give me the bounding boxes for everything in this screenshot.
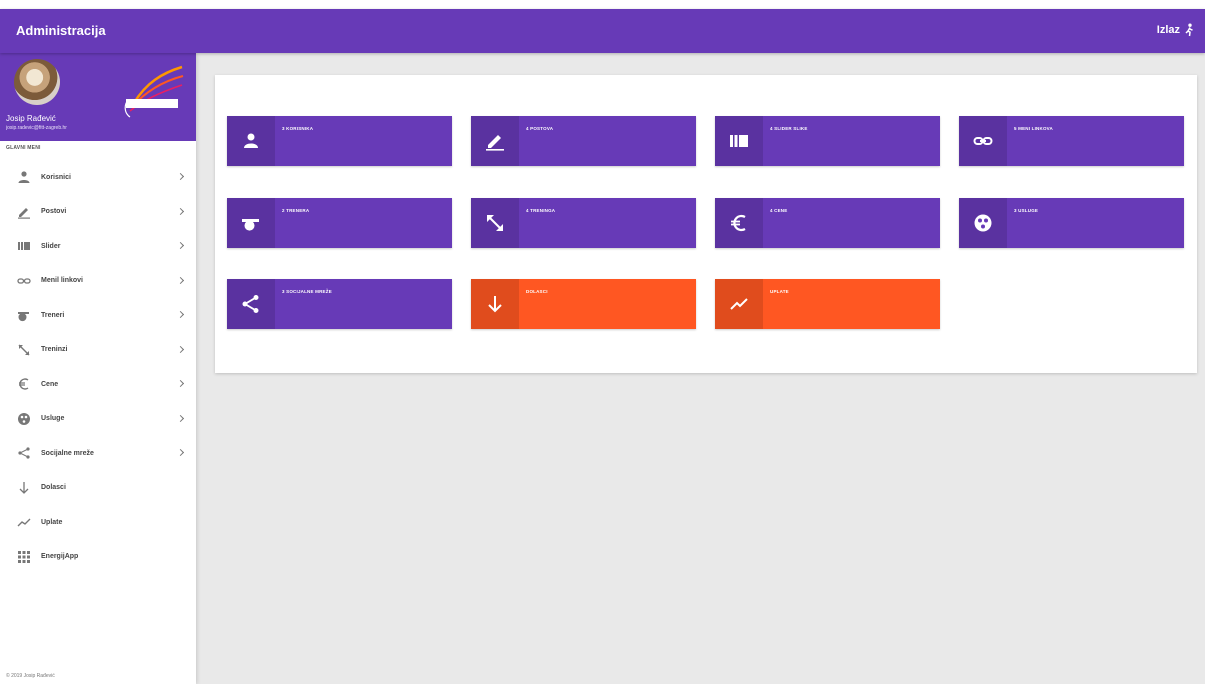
sidebar-item-treninzi[interactable]: Treninzi (0, 333, 196, 368)
pencil-icon (471, 116, 519, 166)
sidebar-item-label: Menil linkovi (41, 277, 84, 285)
chevron-left-icon (176, 172, 185, 181)
euro-icon (17, 377, 31, 391)
sidebar-item-usluge[interactable]: Usluge (0, 402, 196, 437)
tile-label: 4 CENE (770, 208, 788, 213)
tile-label: DOLASCI (526, 289, 548, 294)
whistle-icon (227, 198, 275, 248)
tile-label: 2 TRENERA (282, 208, 310, 213)
user-email: josip.radevic@fitt-zagreb.hr (6, 125, 67, 131)
tile-postovi[interactable]: 4 POSTOVA (471, 116, 696, 166)
chevron-left-icon (176, 448, 185, 457)
arrow-down-icon (17, 481, 31, 495)
sidebar-item-label: Slider (41, 242, 61, 250)
tile-label: 4 SLIDER SLIKE (770, 126, 808, 131)
chevron-left-icon (176, 207, 185, 215)
trend-icon (17, 515, 31, 529)
tile-korisnici[interactable]: 3 KORISNIKA (227, 116, 452, 166)
sidebar-item-socijalne-mreze[interactable]: Socijalne mreže (0, 436, 196, 471)
link-icon (17, 274, 31, 288)
person-icon (227, 116, 275, 166)
arrow-down-icon (471, 279, 519, 329)
tile-uplate[interactable]: UPLATE (715, 279, 940, 329)
slider-icon (715, 116, 763, 166)
slider-icon (17, 239, 31, 253)
tile-label: 4 TRENINGA (526, 208, 556, 213)
tile-label: UPLATE (770, 289, 789, 294)
sidebar-item-label: Treninzi (41, 346, 68, 354)
logout-label: Izlaz (1156, 24, 1180, 36)
app-title: Administracija (16, 23, 106, 38)
user-profile: Josip Rađević josip.radevic@fitt-zagreb.… (0, 53, 196, 141)
sidebar-item-label: Postovi (41, 208, 67, 216)
service-icon (17, 412, 31, 426)
sidebar-item-label: Cene (41, 380, 59, 388)
tile-slider[interactable]: 4 SLIDER SLIKE (715, 116, 940, 166)
pencil-icon (17, 205, 31, 219)
sidebar-item-uplate[interactable]: Uplate (0, 505, 196, 540)
sidebar-menu: Korisnici Postovi Slider Menil linkovi T… (0, 160, 196, 574)
sidebar-item-label: Korisnici (41, 173, 71, 181)
resize-icon (471, 198, 519, 248)
menu-header: GLAVNI MENI (6, 145, 41, 151)
trend-icon (715, 279, 763, 329)
chevron-left-icon (176, 310, 185, 319)
main-content: 3 KORISNIKA 4 POSTOVA 4 SLIDER SLIKE 5 M… (196, 53, 1205, 684)
whistle-icon (17, 308, 31, 322)
tile-treneri[interactable]: 2 TRENERA (227, 198, 452, 248)
chevron-left-icon (176, 379, 185, 388)
chevron-left-icon (176, 414, 185, 422)
tile-label: 3 USLUGE (1014, 208, 1039, 213)
sidebar-item-energijapp[interactable]: EnergijApp (0, 540, 196, 575)
exit-icon (1185, 23, 1193, 37)
app-frame: Administracija Izlaz Josip Rađević josip… (0, 0, 1205, 684)
sidebar-item-label: Socijalne mreže (41, 449, 94, 457)
top-app-bar: Administracija Izlaz (0, 9, 1205, 53)
sidebar-item-label: Usluge (41, 415, 65, 423)
dashboard-card: 3 KORISNIKA 4 POSTOVA 4 SLIDER SLIKE 5 M… (215, 75, 1197, 373)
tile-socijalne-mreze[interactable]: 3 SOCIJALNE MREŽE (227, 279, 452, 329)
tile-treninzi[interactable]: 4 TRENINGA (471, 198, 696, 248)
tile-label: 5 MENI LINKOVA (1014, 126, 1053, 131)
chevron-left-icon (176, 241, 185, 250)
person-icon (17, 170, 31, 184)
sidebar-item-meni-linkovi[interactable]: Menil linkovi (0, 264, 196, 299)
avatar (14, 59, 60, 105)
sidebar-item-label: EnergijApp (41, 553, 79, 561)
sidebar-item-treneri[interactable]: Treneri (0, 298, 196, 333)
sidebar-item-slider[interactable]: Slider (0, 229, 196, 264)
sidebar-item-label: Treneri (41, 311, 65, 319)
tile-usluge[interactable]: 3 USLUGE (959, 198, 1184, 248)
share-icon (227, 279, 275, 329)
tile-label: 4 POSTOVA (526, 126, 554, 131)
user-name: Josip Rađević (6, 114, 56, 123)
share-icon (17, 446, 31, 460)
chevron-left-icon (176, 276, 185, 284)
link-icon (959, 116, 1007, 166)
sidebar-item-korisnici[interactable]: Korisnici (0, 160, 196, 195)
chevron-left-icon (176, 345, 185, 353)
sidebar-item-postovi[interactable]: Postovi (0, 195, 196, 230)
euro-icon (715, 198, 763, 248)
tile-dolasci[interactable]: DOLASCI (471, 279, 696, 329)
sidebar-item-label: Dolasci (41, 484, 66, 492)
tile-cene[interactable]: 4 CENE (715, 198, 940, 248)
sidebar-item-cene[interactable]: Cene (0, 367, 196, 402)
sidebar-footer: © 2019 Josip Rađević (6, 673, 55, 679)
logout-button[interactable]: Izlaz (1157, 23, 1195, 37)
sidebar: Josip Rađević josip.radevic@fitt-zagreb.… (0, 53, 196, 684)
brand-logo-icon (124, 65, 184, 118)
grid-icon (17, 550, 31, 564)
tile-meni-linkovi[interactable]: 5 MENI LINKOVA (959, 116, 1184, 166)
sidebar-item-label: Uplate (41, 518, 63, 526)
tile-label: 3 SOCIJALNE MREŽE (282, 289, 332, 294)
sidebar-item-dolasci[interactable]: Dolasci (0, 471, 196, 506)
resize-icon (17, 343, 31, 357)
service-icon (959, 198, 1007, 248)
tile-label: 3 KORISNIKA (282, 126, 314, 131)
